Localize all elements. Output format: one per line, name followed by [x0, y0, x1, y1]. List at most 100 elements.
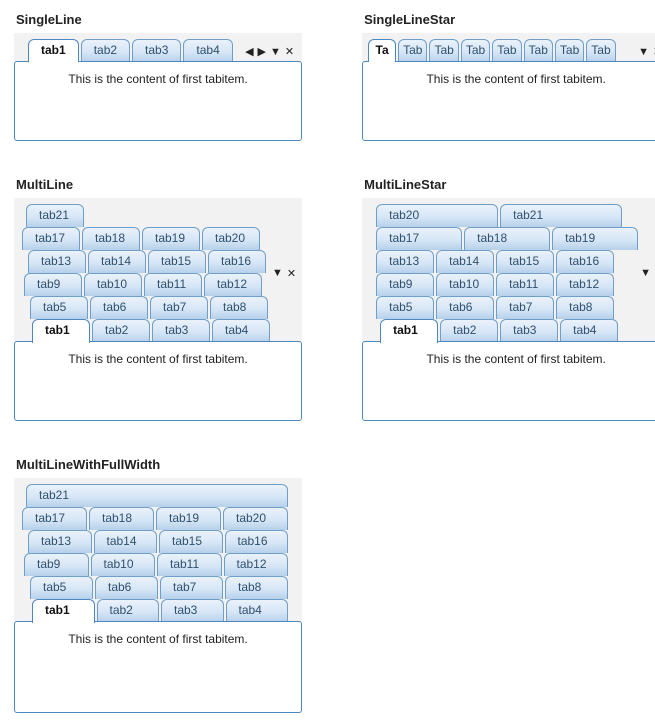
- tab-item[interactable]: tab7: [496, 296, 554, 319]
- tab-item[interactable]: tab10: [84, 273, 142, 296]
- tab-row: tab5 tab6 tab7 tab8: [18, 576, 288, 599]
- tab-item[interactable]: Tab: [492, 39, 521, 62]
- panel-singleline: SingleLine tab1 tab2 tab3 tab4 ◀ ▶ ▼ ✕ T…: [14, 12, 302, 141]
- tab-item[interactable]: tab3: [152, 319, 210, 342]
- tab-item[interactable]: Ta: [368, 39, 396, 62]
- panel-multiline: MultiLine tab21 tab17 tab18 tab19 tab20: [14, 177, 302, 421]
- tab-item[interactable]: Tab: [524, 39, 553, 62]
- tab-item[interactable]: tab16: [556, 250, 614, 273]
- scroll-right-icon[interactable]: ▶: [258, 47, 266, 58]
- tab-item[interactable]: tab9: [24, 273, 82, 296]
- tabstrip-multiline: tab21 tab17 tab18 tab19 tab20 tab13 tab1…: [14, 198, 302, 342]
- tab-content: This is the content of first tabitem.: [14, 621, 302, 713]
- tab-item[interactable]: tab20: [223, 507, 288, 530]
- tab-item[interactable]: tab4: [212, 319, 270, 342]
- tab-item[interactable]: tab5: [30, 576, 93, 599]
- tab-item[interactable]: tab6: [90, 296, 148, 319]
- tab-item[interactable]: tab5: [376, 296, 434, 319]
- tab-item[interactable]: tab15: [148, 250, 206, 273]
- tab-row: tab5 tab6 tab7 tab8: [18, 296, 270, 319]
- dropdown-icon[interactable]: ▼: [270, 47, 281, 58]
- tab-item[interactable]: tab8: [210, 296, 268, 319]
- tab-item[interactable]: tab17: [22, 507, 87, 530]
- tab-item[interactable]: tab6: [436, 296, 494, 319]
- panel-title: SingleLine: [16, 12, 302, 27]
- scroll-left-icon[interactable]: ◀: [245, 47, 253, 58]
- close-icon[interactable]: ✕: [287, 267, 296, 280]
- tab-row: tab9 tab10 tab11 tab12: [366, 273, 638, 296]
- tab-item[interactable]: tab19: [156, 507, 221, 530]
- tab-item[interactable]: Tab: [398, 39, 427, 62]
- tab-row: tab13 tab14 tab15 tab16: [18, 530, 288, 553]
- tab-item[interactable]: tab16: [225, 530, 289, 553]
- tab-item[interactable]: tab3: [132, 39, 181, 62]
- tab-item[interactable]: tab1: [380, 319, 438, 343]
- panel-multilinefull: MultiLineWithFullWidth tab21 tab17 tab18…: [14, 457, 302, 713]
- tab-item[interactable]: tab1: [28, 39, 79, 62]
- tab-item[interactable]: tab9: [24, 553, 89, 576]
- tab-item[interactable]: Tab: [586, 39, 615, 62]
- tab-item[interactable]: tab11: [496, 273, 554, 296]
- tab-item[interactable]: tab12: [224, 553, 289, 576]
- tab-item[interactable]: tab16: [208, 250, 266, 273]
- tab-item[interactable]: tab19: [552, 227, 638, 250]
- tab-item[interactable]: tab1: [32, 319, 90, 343]
- tab-item[interactable]: Tab: [429, 39, 458, 62]
- tab-item[interactable]: tab17: [22, 227, 80, 250]
- tab-item[interactable]: Tab: [555, 39, 584, 62]
- tab-item[interactable]: tab5: [30, 296, 88, 319]
- tab-item[interactable]: tab18: [464, 227, 550, 250]
- tab-row: tab9 tab10 tab11 tab12: [18, 273, 270, 296]
- tab-item[interactable]: tab15: [159, 530, 223, 553]
- tab-item[interactable]: tab10: [436, 273, 494, 296]
- tab-item[interactable]: tab4: [226, 599, 289, 622]
- tab-item[interactable]: tab15: [496, 250, 554, 273]
- panel-title: MultiLine: [16, 177, 302, 192]
- dropdown-icon[interactable]: ▼: [272, 267, 283, 279]
- tabhost-singlelinestar: Ta Tab Tab Tab Tab Tab Tab Tab ▼ ✕ This …: [362, 33, 655, 141]
- dropdown-icon[interactable]: ▼: [638, 47, 649, 58]
- tab-item[interactable]: tab12: [556, 273, 614, 296]
- tab-item[interactable]: tab2: [440, 319, 498, 342]
- tab-item[interactable]: tab8: [225, 576, 288, 599]
- tab-item[interactable]: tab17: [376, 227, 462, 250]
- tab-item[interactable]: tab8: [556, 296, 614, 319]
- tab-item[interactable]: tab14: [88, 250, 146, 273]
- tab-item[interactable]: tab20: [376, 204, 498, 227]
- tab-item[interactable]: tab3: [500, 319, 558, 342]
- tab-item[interactable]: tab14: [436, 250, 494, 273]
- tab-item[interactable]: tab13: [376, 250, 434, 273]
- tab-item[interactable]: tab19: [142, 227, 200, 250]
- tab-item[interactable]: tab12: [204, 273, 262, 296]
- tab-row: tab13 tab14 tab15 tab16: [18, 250, 270, 273]
- dropdown-icon[interactable]: ▼: [640, 267, 651, 279]
- tab-item[interactable]: Tab: [461, 39, 490, 62]
- tabstrip: Ta Tab Tab Tab Tab Tab Tab Tab ▼ ✕: [362, 33, 655, 62]
- tab-item[interactable]: tab21: [26, 204, 84, 227]
- tab-item[interactable]: tab2: [97, 599, 160, 622]
- tab-item[interactable]: tab4: [183, 39, 232, 62]
- tab-item[interactable]: tab11: [157, 553, 222, 576]
- tab-item[interactable]: tab11: [144, 273, 202, 296]
- tab-item[interactable]: tab3: [161, 599, 224, 622]
- tab-item[interactable]: tab21: [500, 204, 622, 227]
- tab-item[interactable]: tab21: [26, 484, 288, 507]
- tab-item[interactable]: tab1: [32, 599, 95, 623]
- tab-item[interactable]: tab10: [91, 553, 156, 576]
- tab-item[interactable]: tab14: [94, 530, 158, 553]
- close-icon[interactable]: ✕: [285, 47, 294, 58]
- tab-item[interactable]: tab4: [560, 319, 618, 342]
- tab-item[interactable]: tab6: [95, 576, 158, 599]
- tab-item[interactable]: tab13: [28, 250, 86, 273]
- tab-item[interactable]: tab9: [376, 273, 434, 296]
- tabstrip-controls: ▼ ✕: [270, 267, 298, 280]
- tab-item[interactable]: tab20: [202, 227, 260, 250]
- tab-item[interactable]: tab18: [89, 507, 154, 530]
- tab-item[interactable]: tab2: [81, 39, 130, 62]
- tab-item[interactable]: tab7: [160, 576, 223, 599]
- tab-item[interactable]: tab18: [82, 227, 140, 250]
- tab-item[interactable]: tab7: [150, 296, 208, 319]
- tabs-row: Ta Tab Tab Tab Tab Tab Tab Tab: [368, 39, 634, 62]
- tab-item[interactable]: tab2: [92, 319, 150, 342]
- tab-item[interactable]: tab13: [28, 530, 92, 553]
